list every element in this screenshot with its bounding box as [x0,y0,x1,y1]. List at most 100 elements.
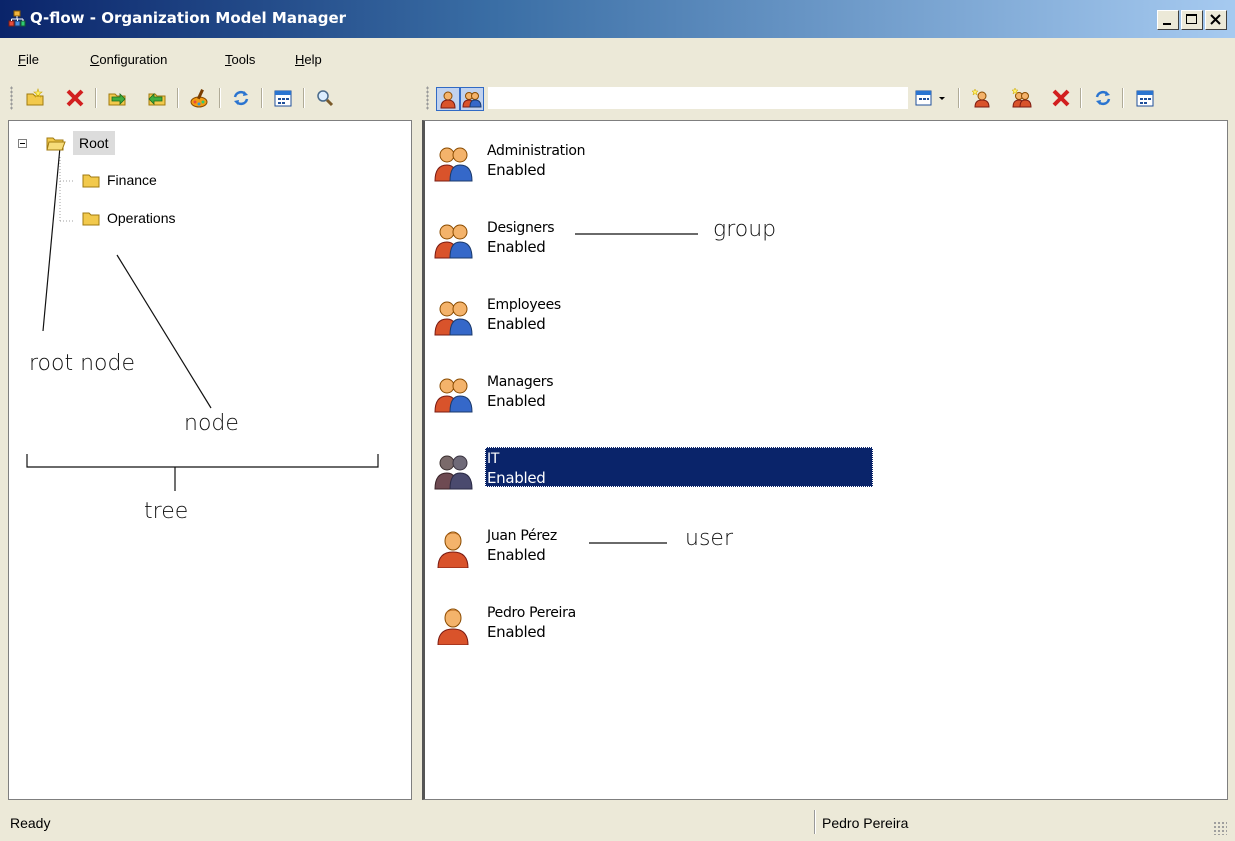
tree-node-operations[interactable]: Operations [81,209,175,227]
tree-node-label: Finance [107,172,157,188]
folder-icon [82,174,100,188]
pane-splitter[interactable] [412,120,422,800]
folder-icon [82,212,100,226]
user-icon [437,608,469,645]
tree-toolbar [0,78,415,118]
list-item[interactable]: Pedro Pereira Enabled [433,601,873,649]
list-item-selected[interactable]: IT Enabled [433,447,873,495]
calendar-icon [1136,90,1154,107]
folder-open-icon [46,137,66,151]
annotation-node: node [184,411,239,436]
calendar-dropdown-icon [915,90,932,106]
maximize-button[interactable] [1181,10,1203,30]
member-list-pane[interactable]: Administration Enabled Designers Enabled… [422,120,1228,800]
list-item-status: Enabled [487,392,546,410]
list-item[interactable]: Managers Enabled [433,370,873,418]
search-icon [317,90,334,107]
list-item-name: Pedro Pereira [487,605,576,621]
refresh-button[interactable] [230,87,252,109]
toolbar-search-field[interactable] [488,87,908,109]
status-separator [814,810,816,834]
delete-button[interactable] [64,87,86,109]
list-item-name: Managers [487,374,554,390]
minimize-icon [1163,23,1171,25]
window-controls [1157,10,1227,30]
move-icon [108,93,126,106]
delete-member-button[interactable] [1050,87,1072,109]
toolbar-separator [958,88,960,108]
group-icon [434,301,473,336]
menu-tools[interactable]: Tools [225,52,255,67]
list-item-name: Juan Pérez [487,528,557,544]
toolbar-separator [1122,88,1124,108]
calendar-dropdown-button[interactable] [914,87,936,109]
group-icon [434,378,473,413]
show-groups-button[interactable] [460,87,484,111]
group-icon [434,224,473,259]
list-item[interactable]: Employees Enabled [433,293,873,341]
list-item-status: Enabled [487,469,546,487]
delete-icon [1052,89,1070,107]
new-folder-button[interactable] [24,87,46,109]
annotation-user: user [685,526,733,551]
menu-file-label: ile [25,52,39,67]
resize-grip[interactable] [1213,821,1227,835]
new-user-button[interactable] [970,87,992,109]
menu-configuration[interactable]: Configuration [90,52,167,67]
close-button[interactable] [1205,10,1227,30]
copy-button[interactable] [146,87,168,109]
show-users-icon [440,91,456,109]
tree-node-finance[interactable]: Finance [81,171,157,189]
refresh-icon [1095,90,1111,106]
menu-configuration-mnemonic: C [90,52,100,67]
app-icon [8,10,26,27]
status-text: Ready [10,815,51,831]
window-title: Q-flow - Organization Model Manager [30,9,347,27]
new-group-icon [1011,87,1032,108]
calendar-list-button[interactable] [1134,87,1156,109]
show-users-button[interactable] [436,87,460,111]
menu-help-mnemonic: H [295,52,305,67]
search-button[interactable] [314,87,336,109]
list-item[interactable]: Juan Pérez Enabled [433,524,873,572]
new-folder-icon [26,88,44,106]
annotation-group: group [713,217,777,242]
tree-node-label: Root [73,131,115,155]
show-groups-icon [462,92,482,108]
tree-node-root[interactable]: Root [45,131,115,155]
tree-pane[interactable]: Root Finance Operations root node node t… [8,120,412,800]
toolbar-separator [303,88,305,108]
toolbar-separator [261,88,263,108]
move-button[interactable] [106,87,128,109]
chevron-down-icon [939,97,945,100]
status-bar: Ready Pedro Pereira [0,803,1235,841]
delete-icon [66,89,84,107]
minimize-button[interactable] [1157,10,1179,30]
annotation-tree: tree [144,499,189,524]
refresh-list-button[interactable] [1092,87,1114,109]
toolbar-grip[interactable] [10,86,13,110]
list-item-name: Designers [487,220,555,236]
paint-button[interactable] [188,87,210,109]
toolbar-grip[interactable] [426,86,429,110]
refresh-icon [233,90,249,106]
paint-icon [190,89,208,108]
menu-tools-label: ools [231,52,256,67]
group-icon [434,455,473,490]
menu-help[interactable]: Help [295,52,322,67]
list-item[interactable]: Designers Enabled [433,216,873,264]
list-item-status: Enabled [487,546,546,564]
title-bar[interactable]: Q-flow - Organization Model Manager [0,0,1235,38]
toolbar-separator [95,88,97,108]
status-current-user: Pedro Pereira [822,815,909,831]
calendar-button[interactable] [272,87,294,109]
list-item[interactable]: Administration Enabled [433,139,873,187]
new-user-icon [971,88,990,108]
new-group-button[interactable] [1010,87,1032,109]
close-icon [1210,14,1221,25]
list-item-status: Enabled [487,161,546,179]
tree-node-label: Operations [107,210,176,226]
toolbar-separator [219,88,221,108]
menu-file[interactable]: File [18,52,39,67]
calendar-dropdown-arrow[interactable] [936,87,948,109]
